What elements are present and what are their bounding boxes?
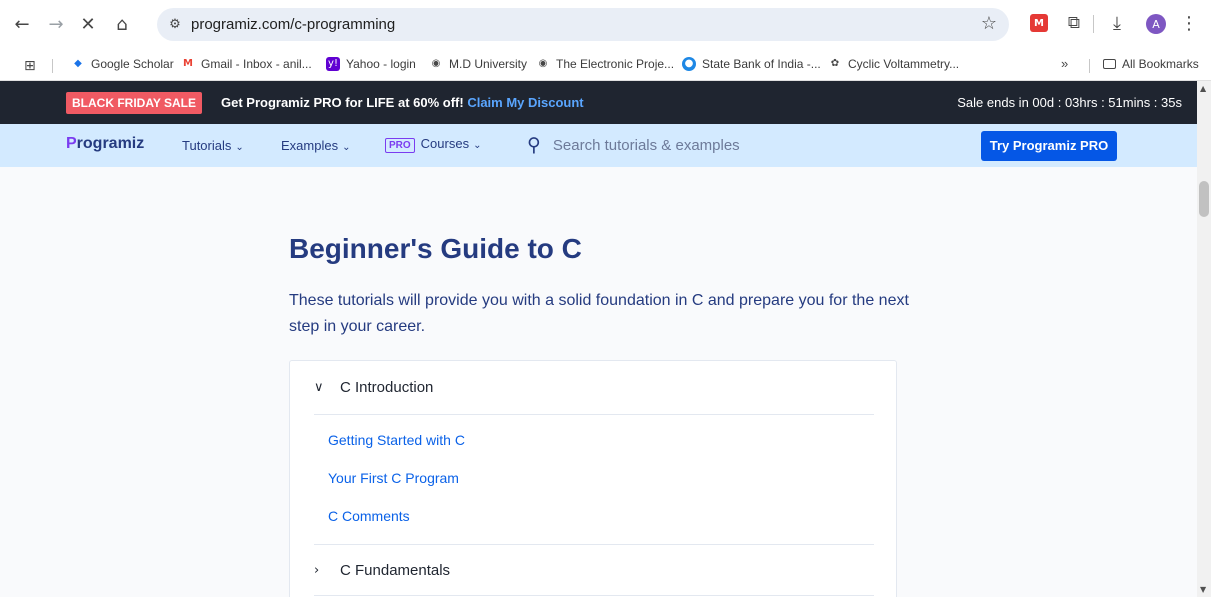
globe-icon: ◉ bbox=[538, 58, 548, 69]
scroll-down-icon[interactable]: ▼ bbox=[1200, 585, 1206, 594]
yahoo-icon: y! bbox=[326, 57, 340, 71]
sale-badge: BLACK FRIDAY SALE bbox=[66, 92, 203, 114]
puzzle-icon[interactable]: ⧉ bbox=[1063, 12, 1085, 34]
browser-toolbar: ← → ✕ ⌂ ⚙ programiz.com/c-programming ☆ … bbox=[0, 0, 1211, 50]
nav-tutorials-label: Tutorials bbox=[182, 138, 232, 153]
bookmark-sbi[interactable]: ● State Bank of India -... bbox=[682, 57, 821, 71]
bookmark-md-university[interactable]: ◉ M.D University bbox=[429, 57, 527, 71]
bookmarks-more-button[interactable]: » bbox=[1061, 56, 1068, 71]
toolbar-divider bbox=[1093, 15, 1094, 33]
all-bookmarks-label: All Bookmarks bbox=[1122, 57, 1199, 71]
nav-courses-label: Courses bbox=[420, 136, 470, 151]
apps-icon[interactable]: ⊞ bbox=[24, 58, 36, 74]
url-text[interactable]: programiz.com/c-programming bbox=[191, 16, 395, 33]
try-pro-button[interactable]: Try Programiz PRO bbox=[981, 131, 1117, 161]
search-icon: ⚲ bbox=[527, 134, 541, 156]
page-scrollbar[interactable]: ▲ ▼ bbox=[1197, 81, 1211, 597]
chevron-down-icon: ⌄ bbox=[342, 142, 351, 153]
chevron-down-icon: ⌄ bbox=[473, 140, 482, 151]
bookmark-label: M.D University bbox=[449, 57, 528, 71]
bookmarks-divider bbox=[1089, 59, 1090, 73]
bookmark-label: Google Scholar bbox=[91, 57, 174, 71]
bookmark-label: The Electronic Proje... bbox=[556, 57, 675, 71]
bookmark-electronic-projects[interactable]: ◉ The Electronic Proje... bbox=[536, 57, 674, 71]
nav-examples[interactable]: Examples ⌄ bbox=[281, 138, 350, 153]
nav-courses[interactable]: PRO Courses ⌄ bbox=[385, 136, 481, 153]
tune-icon[interactable]: ⚙ bbox=[165, 15, 185, 35]
section-divider bbox=[314, 595, 874, 596]
address-bar[interactable]: ⚙ programiz.com/c-programming ☆ bbox=[157, 8, 1009, 41]
download-icon[interactable]: ⤓ bbox=[1106, 12, 1128, 34]
sbi-icon: ● bbox=[682, 57, 696, 71]
nav-tutorials[interactable]: Tutorials ⌄ bbox=[182, 138, 244, 153]
nav-examples-label: Examples bbox=[281, 138, 339, 153]
all-bookmarks-button[interactable]: All Bookmarks bbox=[1103, 57, 1199, 71]
programiz-logo[interactable]: Programiz bbox=[66, 135, 144, 153]
avatar[interactable]: A bbox=[1146, 14, 1166, 34]
promo-text: Get Programiz PRO for LIFE at 60% off! C… bbox=[221, 95, 584, 110]
section-c-introduction[interactable]: ∨ C Introduction bbox=[314, 379, 433, 396]
scholar-icon: ◆ bbox=[74, 58, 82, 69]
page-viewport: BLACK FRIDAY SALE Get Programiz PRO for … bbox=[0, 81, 1197, 597]
promo-message: Get Programiz PRO for LIFE at 60% off! bbox=[221, 95, 464, 110]
pro-tag: PRO bbox=[385, 138, 415, 153]
globe-icon: ◉ bbox=[431, 58, 441, 69]
search-bar[interactable]: ⚲ Search tutorials & examples bbox=[527, 134, 740, 156]
promo-banner: BLACK FRIDAY SALE Get Programiz PRO for … bbox=[0, 81, 1197, 124]
page-intro: These tutorials will provide you with a … bbox=[289, 292, 909, 335]
home-icon[interactable]: ⌂ bbox=[110, 12, 134, 36]
bookmark-label: Yahoo - login bbox=[346, 57, 416, 71]
forward-icon[interactable]: → bbox=[44, 12, 68, 36]
menu-icon[interactable]: ⋮ bbox=[1178, 12, 1200, 34]
lesson-link[interactable]: Your First C Program bbox=[328, 470, 459, 486]
bookmark-cyclic-voltammetry[interactable]: ✿ Cyclic Voltammetry... bbox=[828, 57, 959, 71]
bookmarks-bar: ⊞ ◆ Google Scholar M Gmail - Inbox - anil.… bbox=[0, 50, 1211, 81]
site-navbar: Programiz Tutorials ⌄ Examples ⌄ PRO Course… bbox=[0, 124, 1197, 167]
claim-discount-link[interactable]: Claim My Discount bbox=[467, 95, 583, 110]
star-icon[interactable]: ☆ bbox=[981, 13, 997, 34]
lesson-link[interactable]: Getting Started with C bbox=[328, 432, 465, 448]
bookmark-label: Gmail - Inbox - anil... bbox=[201, 57, 312, 71]
bookmarks-divider bbox=[52, 59, 53, 73]
bookmark-label: State Bank of India -... bbox=[702, 57, 821, 71]
chevron-down-icon: ⌄ bbox=[235, 142, 244, 153]
bookmark-label: Cyclic Voltammetry... bbox=[848, 57, 960, 71]
close-icon[interactable]: ✕ bbox=[76, 12, 100, 36]
chevron-right-icon: › bbox=[314, 563, 320, 578]
search-input[interactable]: Search tutorials & examples bbox=[553, 137, 740, 154]
logo-text: rogramiz bbox=[76, 135, 145, 152]
bookmark-gmail[interactable]: M Gmail - Inbox - anil... bbox=[181, 57, 312, 71]
course-outline: ∨ C Introduction Getting Started with C … bbox=[289, 360, 897, 597]
section-divider bbox=[314, 544, 874, 545]
sale-timer: Sale ends in 00d : 03hrs : 51mins : 35s bbox=[957, 95, 1182, 110]
extension-icon[interactable]: M bbox=[1030, 14, 1048, 32]
scrollbar-thumb[interactable] bbox=[1199, 181, 1209, 217]
lesson-link[interactable]: C Comments bbox=[328, 508, 410, 524]
section-title: C Fundamentals bbox=[340, 562, 451, 579]
section-title: C Introduction bbox=[340, 379, 434, 396]
section-divider bbox=[314, 414, 874, 415]
folder-icon bbox=[1103, 59, 1116, 69]
page-title: Beginner's Guide to C bbox=[289, 233, 582, 264]
scroll-up-icon[interactable]: ▲ bbox=[1200, 84, 1206, 93]
bookmark-yahoo[interactable]: y! Yahoo - login bbox=[326, 57, 416, 71]
chevron-down-icon: ∨ bbox=[314, 380, 324, 395]
chatgpt-icon: ✿ bbox=[830, 58, 840, 69]
section-c-fundamentals[interactable]: › C Fundamentals bbox=[314, 562, 450, 579]
back-icon[interactable]: ← bbox=[10, 12, 34, 36]
bookmark-google-scholar[interactable]: ◆ Google Scholar bbox=[71, 57, 174, 71]
gmail-icon: M bbox=[183, 58, 193, 69]
